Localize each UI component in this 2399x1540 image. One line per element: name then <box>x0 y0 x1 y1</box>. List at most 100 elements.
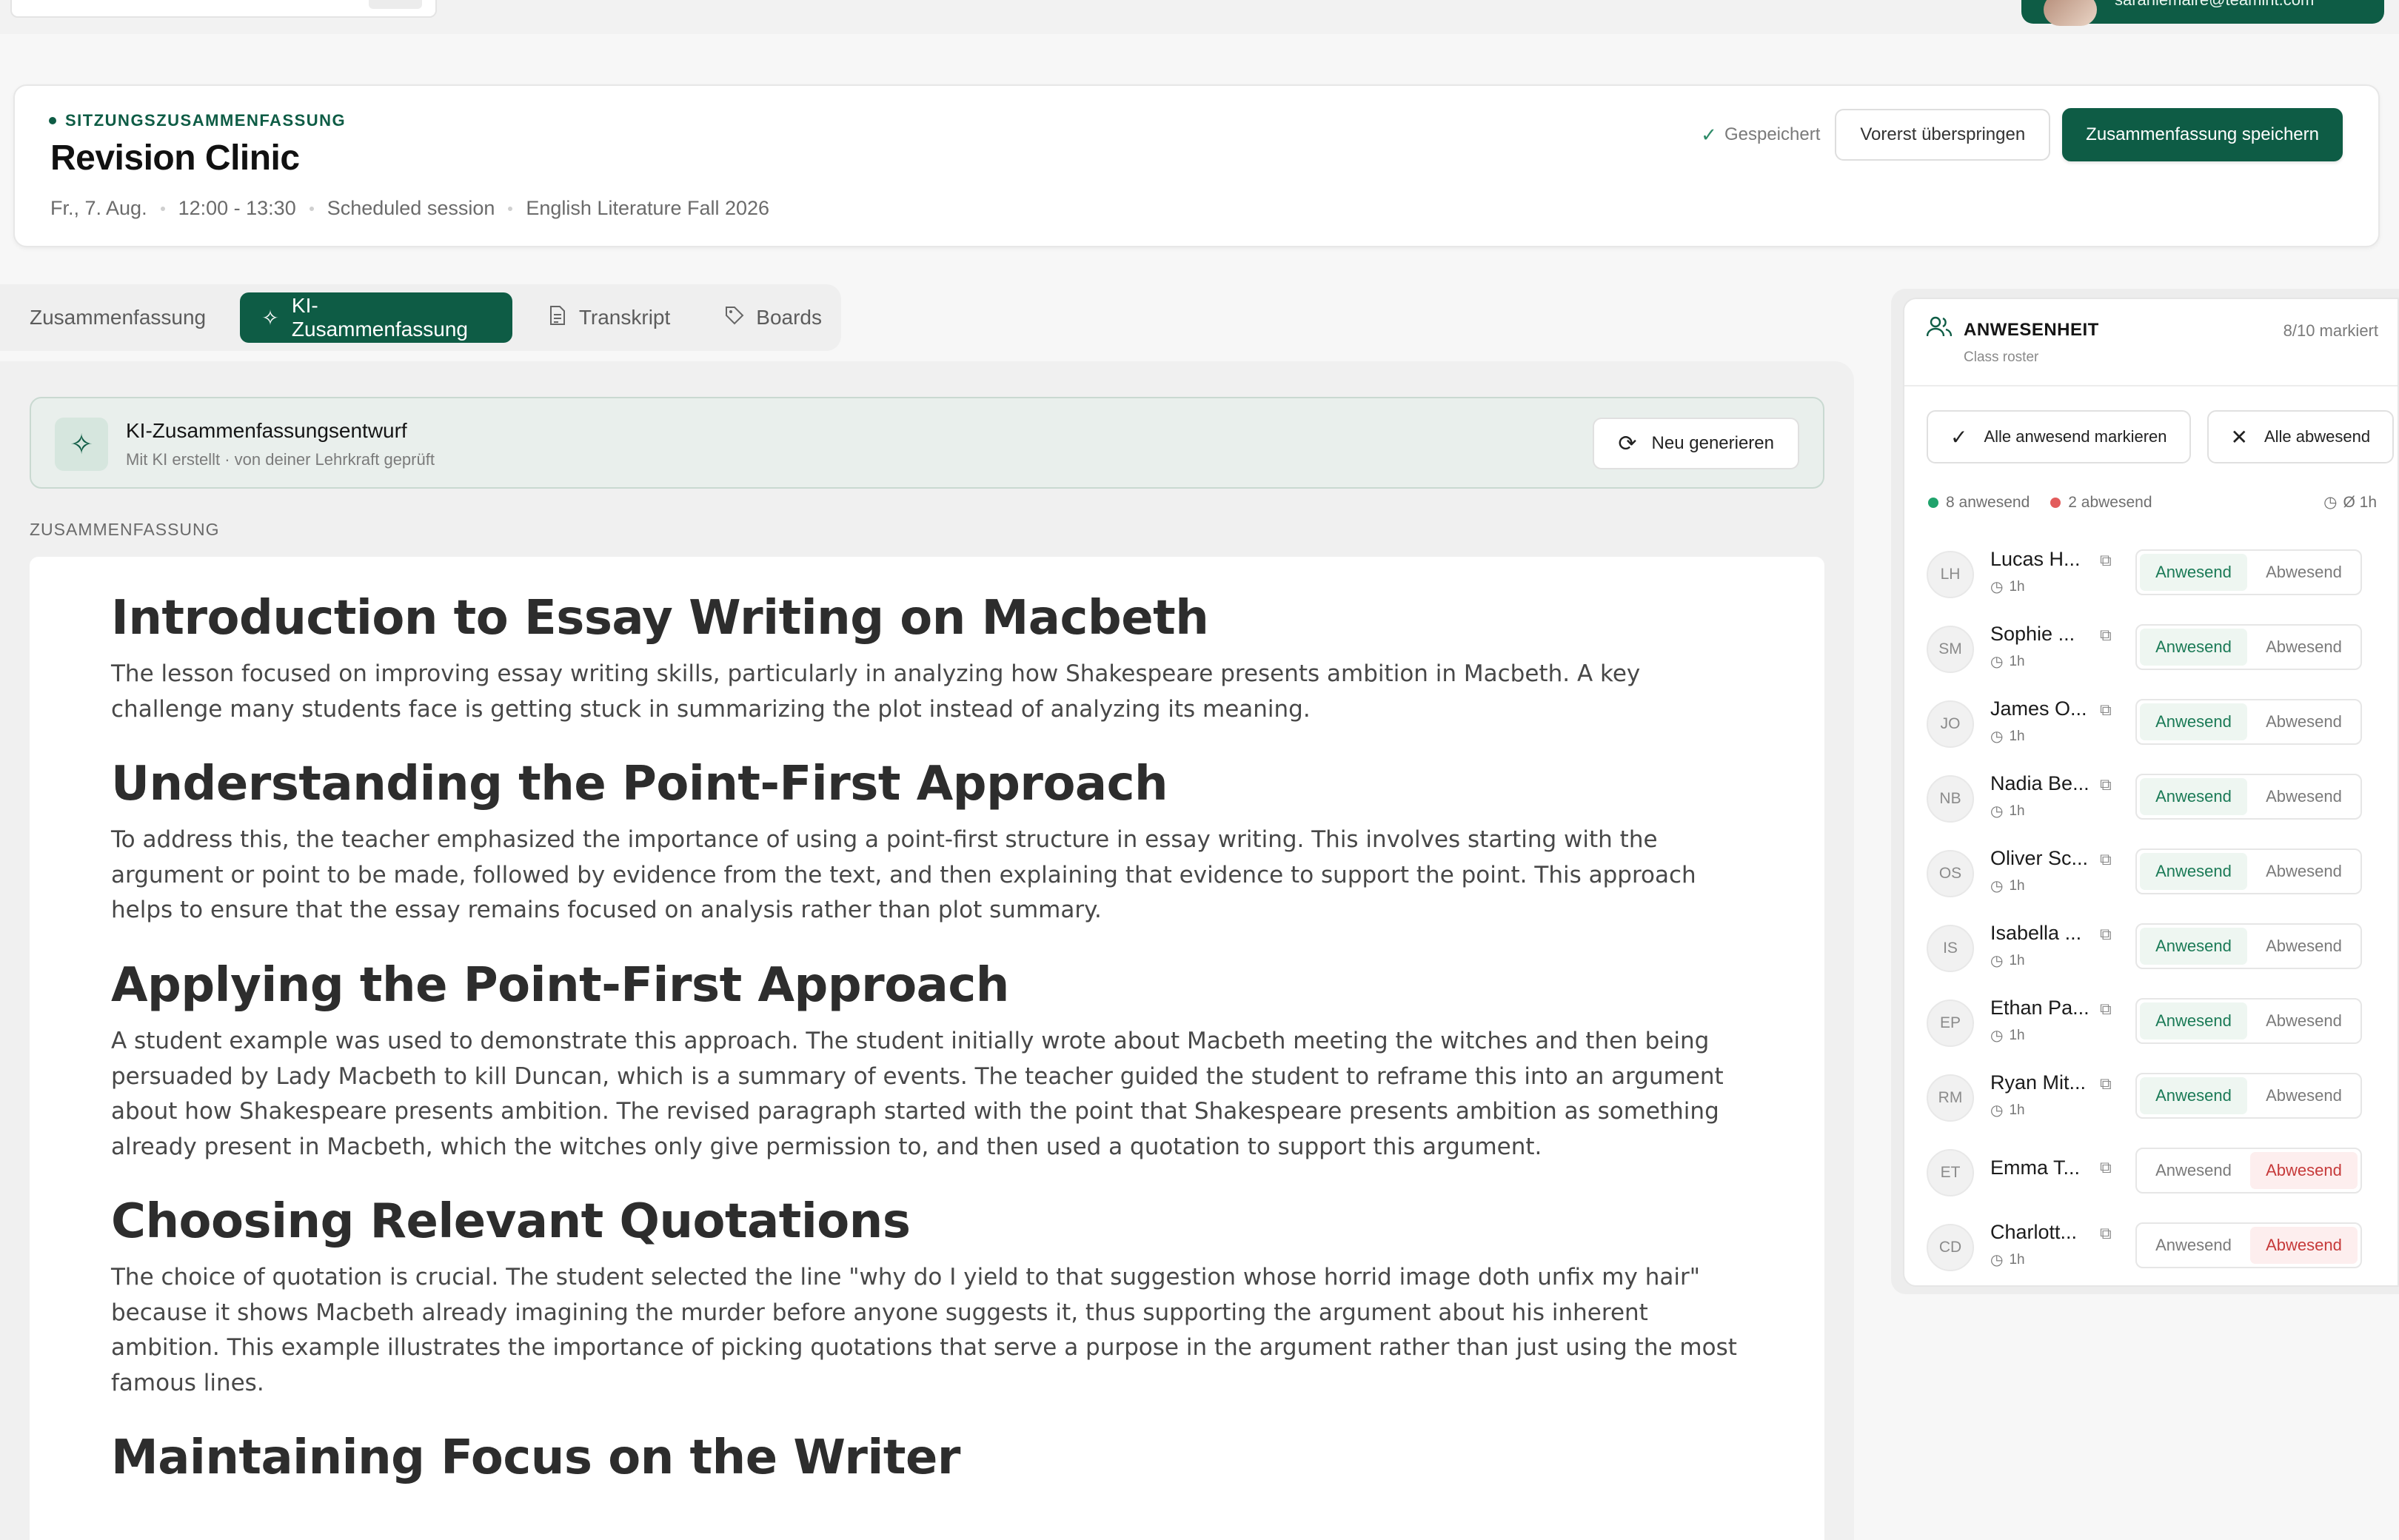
external-link-icon[interactable]: ⧉ <box>2100 700 2112 720</box>
student-roster: LH Lucas H... ⧉ ◷ 1h Anwesend Abwesend SM… <box>1904 536 2398 1284</box>
top-bar: sarahlemaire@teamint.com <box>0 0 2399 34</box>
mark-all-absent-label: Alle abwesend <box>2264 427 2371 446</box>
attendance-panel: ANWESENHEIT Class roster 8/10 markiert ✓… <box>1891 289 2399 1294</box>
present-option[interactable]: Anwesend <box>2140 1077 2247 1114</box>
search-input[interactable] <box>10 0 437 18</box>
tab-ki-zusammenfassung[interactable]: ✧ KI-Zusammenfassung <box>240 292 512 343</box>
student-duration: ◷ 1h <box>1990 578 2025 596</box>
clock-icon: ◷ <box>1990 1252 2004 1268</box>
summary-heading: Applying the Point-First Approach <box>111 957 1009 1013</box>
student-duration: ◷ 1h <box>1990 652 2025 671</box>
external-link-icon[interactable]: ⧉ <box>2100 1224 2112 1243</box>
session-course: English Literature Fall 2026 <box>526 197 770 219</box>
present-option[interactable]: Anwesend <box>2140 1227 2247 1264</box>
student-duration: ◷ 1h <box>1990 1026 2025 1045</box>
attendance-toggle: Anwesend Abwesend <box>2135 1073 2362 1119</box>
document-icon <box>546 305 569 331</box>
student-row: EP Ethan Pa... ⧉ ◷ 1h Anwesend Abwesend <box>1904 985 2398 1059</box>
student-name: Lucas H... <box>1990 548 2081 570</box>
tab-boards[interactable]: Boards <box>704 292 841 343</box>
saved-label: Gespeichert <box>1724 124 1821 144</box>
present-option[interactable]: Anwesend <box>2140 629 2247 666</box>
average-label: Ø 1h <box>2343 493 2377 511</box>
avatar: LH <box>1927 551 1974 598</box>
absent-option[interactable]: Abwesend <box>2250 629 2358 666</box>
external-link-icon[interactable]: ⧉ <box>2100 925 2112 944</box>
absent-option[interactable]: Abwesend <box>2250 1002 2358 1040</box>
absent-option[interactable]: Abwesend <box>2250 1152 2358 1189</box>
sparkle-icon: ✧ <box>55 418 108 471</box>
absent-summary: 2 abwesend <box>2050 494 2152 512</box>
avatar: OS <box>1927 850 1974 897</box>
attendance-title: ANWESENHEIT <box>1964 320 2099 340</box>
absent-option[interactable]: Abwesend <box>2250 853 2358 890</box>
tab-zusammenfassung[interactable]: Zusammenfassung <box>10 292 225 343</box>
users-icon <box>1926 315 1953 344</box>
meta-separator <box>160 206 165 211</box>
external-link-icon[interactable]: ⧉ <box>2100 1074 2112 1094</box>
student-row: NB Nadia Be... ⧉ ◷ 1h Anwesend Abwesend <box>1904 760 2398 835</box>
absent-option[interactable]: Abwesend <box>2250 554 2358 591</box>
student-name: Nadia Be... <box>1990 772 2089 794</box>
attendance-header: ANWESENHEIT Class roster 8/10 markiert <box>1904 299 2398 386</box>
summary-document[interactable]: Introduction to Essay Writing on Macbeth… <box>30 557 1824 1540</box>
present-option[interactable]: Anwesend <box>2140 928 2247 965</box>
attendance-subtitle: Class roster <box>1964 349 2039 365</box>
attendance-toggle: Anwesend Abwesend <box>2135 624 2362 670</box>
student-name: Emma T... <box>1990 1156 2081 1179</box>
external-link-icon[interactable]: ⧉ <box>2100 1158 2112 1177</box>
meta-separator <box>309 206 314 211</box>
absent-dot <box>2050 497 2061 508</box>
avatar: RM <box>1927 1074 1974 1122</box>
summary-paragraph: To address this, the teacher emphasized … <box>111 826 1696 924</box>
average-duration: ◷ Ø 1h <box>2323 493 2377 512</box>
avatar <box>2044 0 2097 26</box>
absent-option[interactable]: Abwesend <box>2250 928 2358 965</box>
external-link-icon[interactable]: ⧉ <box>2100 1000 2112 1019</box>
check-icon: ✓ <box>1950 425 1968 449</box>
student-name: Ryan Mit... <box>1990 1071 2087 1094</box>
summary-heading: Choosing Relevant Quotations <box>111 1194 911 1250</box>
external-link-icon[interactable]: ⧉ <box>2100 775 2112 794</box>
close-icon: ✕ <box>2230 425 2248 449</box>
avatar: CD <box>1927 1224 1974 1271</box>
check-icon: ✓ <box>1701 123 1717 146</box>
tab-transkript[interactable]: Transkript <box>527 292 689 343</box>
summary-heading: Introduction to Essay Writing on Macbeth <box>111 591 1209 646</box>
absent-option[interactable]: Abwesend <box>2250 1227 2358 1264</box>
clock-icon: ◷ <box>1990 729 2004 745</box>
summary-panel: ✧ KI-Zusammenfassungsentwurf Mit KI erst… <box>0 361 1854 1540</box>
present-option[interactable]: Anwesend <box>2140 778 2247 815</box>
attendance-toggle: Anwesend Abwesend <box>2135 1222 2362 1268</box>
skip-button[interactable]: Vorerst überspringen <box>1835 109 2051 161</box>
user-menu[interactable]: sarahlemaire@teamint.com <box>2021 0 2384 26</box>
save-summary-button[interactable]: Zusammenfassung speichern <box>2062 108 2343 161</box>
external-link-icon[interactable]: ⧉ <box>2100 551 2112 570</box>
present-option[interactable]: Anwesend <box>2140 1002 2247 1040</box>
present-option[interactable]: Anwesend <box>2140 853 2247 890</box>
present-option[interactable]: Anwesend <box>2140 554 2247 591</box>
absent-option[interactable]: Abwesend <box>2250 703 2358 740</box>
eyebrow-label: SITZUNGSZUSAMMENFASSUNG <box>65 111 347 130</box>
external-link-icon[interactable]: ⧉ <box>2100 850 2112 869</box>
regenerate-label: Neu generieren <box>1651 433 1774 453</box>
avatar: IS <box>1927 925 1974 972</box>
present-dot <box>1928 497 1938 508</box>
clock-icon: ◷ <box>2323 494 2338 511</box>
duration-value: 1h <box>2009 877 2025 894</box>
regenerate-button[interactable]: ⟳ Neu generieren <box>1593 418 1799 469</box>
present-option[interactable]: Anwesend <box>2140 1152 2247 1189</box>
avatar: JO <box>1927 700 1974 748</box>
external-link-icon[interactable]: ⧉ <box>2100 626 2112 645</box>
duration-value: 1h <box>2009 653 2025 669</box>
bulk-actions: ✓ Alle anwesend markieren ✕ Alle abwesen… <box>1927 410 2395 463</box>
attendance-summary: 8 anwesend 2 abwesend ◷ Ø 1h <box>1928 493 2377 512</box>
absent-option[interactable]: Abwesend <box>2250 778 2358 815</box>
avatar: EP <box>1927 1000 1974 1047</box>
mark-all-present-button[interactable]: ✓ Alle anwesend markieren <box>1927 410 2191 463</box>
mark-all-absent-button[interactable]: ✕ Alle abwesend <box>2206 410 2395 463</box>
absent-option[interactable]: Abwesend <box>2250 1077 2358 1114</box>
tab-label: Zusammenfassung <box>30 306 207 329</box>
shortcut-hint <box>369 0 422 9</box>
present-option[interactable]: Anwesend <box>2140 703 2247 740</box>
